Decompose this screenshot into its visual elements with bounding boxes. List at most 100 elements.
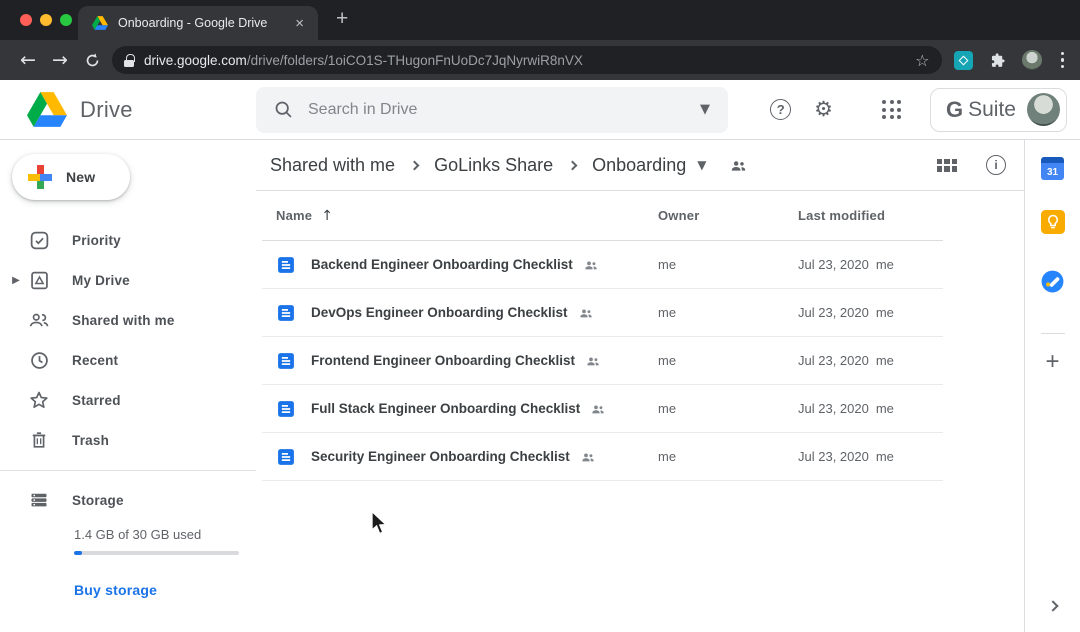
golinks-extension-icon[interactable] [954,51,973,70]
sidebar-item-starred[interactable]: Starred [0,380,256,420]
file-modified-date: Jul 23, 2020 [798,401,869,416]
file-name: DevOps Engineer Onboarding Checklist [311,305,568,320]
my-drive-icon [28,269,50,291]
extensions-puzzle-icon[interactable] [988,51,1007,70]
new-button-label: New [66,169,95,185]
google-doc-icon [276,399,296,419]
breadcrumb-golinks-share[interactable]: GoLinks Share [434,155,553,176]
tab-close-icon[interactable]: × [291,14,308,33]
folder-shared-people-icon [729,156,748,175]
sort-ascending-arrow-icon[interactable]: ↑ [321,208,333,224]
column-header-name[interactable]: Name [276,208,312,223]
account-avatar[interactable] [1027,93,1060,126]
file-owner: me [658,305,798,320]
chevron-right-icon [568,160,578,170]
sidebar-item-my-drive[interactable]: ▶ My Drive [0,260,256,300]
back-icon[interactable]: ← [12,51,44,70]
drive-logo-icon [27,92,67,127]
file-modified-by: me [876,305,894,320]
storage-progress-bar [74,551,239,555]
search-input[interactable] [308,101,700,119]
forward-icon[interactable]: → [44,51,76,70]
url-host: drive.google.com [144,53,247,68]
collapse-panel-chevron-icon[interactable] [1047,600,1058,611]
shared-people-icon [590,401,606,417]
shared-people-icon [583,257,599,273]
sidebar-item-label: Shared with me [72,313,175,328]
storage-usage-text: 1.4 GB of 30 GB used [74,527,256,542]
buy-storage-link[interactable]: Buy storage [74,582,256,598]
drive-header: Drive ▼ ? ⚙ G Suite [0,80,1080,140]
address-bar[interactable]: drive.google.com /drive/folders/1oiCO1S-… [112,46,942,74]
google-side-panel: 31 + [1024,140,1080,632]
file-owner: me [658,257,798,272]
browser-menu-icon[interactable] [1057,52,1069,69]
lock-icon[interactable] [124,54,134,67]
file-modified-date: Jul 23, 2020 [798,353,869,368]
google-apps-grid-icon[interactable] [882,100,901,119]
help-icon[interactable]: ? [770,99,791,120]
account-badge[interactable]: G Suite [930,88,1067,132]
reload-icon[interactable] [76,51,108,70]
browser-tab[interactable]: Onboarding - Google Drive × [78,6,318,40]
tab-bar: Onboarding - Google Drive × + [0,0,1080,40]
breadcrumb-current-folder[interactable]: Onboarding [592,155,686,176]
trash-icon [28,429,50,451]
sidebar-item-trash[interactable]: Trash [0,420,256,460]
file-row[interactable]: Full Stack Engineer Onboarding Checklist… [262,385,943,433]
breadcrumb: Shared with me GoLinks Share Onboarding … [256,140,1024,191]
file-row[interactable]: DevOps Engineer Onboarding Checklist me … [262,289,943,337]
file-row[interactable]: Security Engineer Onboarding Checklist m… [262,433,943,481]
sidebar-item-shared-with-me[interactable]: Shared with me [0,300,256,340]
add-panel-app-icon[interactable]: + [1045,350,1059,374]
tasks-icon[interactable] [1040,269,1065,299]
file-owner: me [658,449,798,464]
shared-people-icon [585,353,601,369]
google-doc-icon [276,303,296,323]
shared-people-icon [580,449,596,465]
file-modified-date: Jul 23, 2020 [798,305,869,320]
folder-menu-caret-icon[interactable]: ▼ [697,158,706,172]
keep-icon[interactable] [1041,210,1065,239]
browser-profile-avatar[interactable] [1022,50,1042,70]
settings-gear-icon[interactable]: ⚙ [814,99,833,120]
minimize-window-button[interactable] [40,14,52,26]
column-header-owner[interactable]: Owner [658,208,798,223]
google-doc-icon [276,351,296,371]
file-name: Backend Engineer Onboarding Checklist [311,257,573,272]
search-icon[interactable] [273,99,294,120]
priority-icon [28,229,50,251]
expand-arrow-icon[interactable]: ▶ [8,275,24,286]
file-row[interactable]: Backend Engineer Onboarding Checklist me… [262,241,943,289]
gsuite-g-label: G [946,97,963,123]
zoom-window-button[interactable] [60,14,72,26]
file-name: Security Engineer Onboarding Checklist [311,449,570,464]
file-row[interactable]: Frontend Engineer Onboarding Checklist m… [262,337,943,385]
search-options-caret-icon[interactable]: ▼ [700,102,710,117]
file-modified-by: me [876,401,894,416]
new-button[interactable]: New [12,154,130,200]
drive-sidebar: New Priority ▶ My Drive [0,140,256,632]
file-name: Full Stack Engineer Onboarding Checklist [311,401,580,416]
breadcrumb-shared-with-me[interactable]: Shared with me [270,155,395,176]
close-window-button[interactable] [20,14,32,26]
sidebar-item-storage[interactable]: Storage [0,488,256,512]
app-title: Drive [80,97,133,123]
gsuite-label: Suite [968,98,1016,122]
bookmark-star-icon[interactable]: ☆ [915,51,929,70]
search-bar[interactable]: ▼ [256,87,728,133]
file-owner: me [658,401,798,416]
column-header-last-modified[interactable]: Last modified [798,208,943,223]
sidebar-item-recent[interactable]: Recent [0,340,256,380]
calendar-icon[interactable]: 31 [1041,157,1064,180]
grid-view-icon[interactable] [937,159,958,172]
side-panel-divider [1041,333,1065,334]
details-info-icon[interactable]: i [986,155,1006,175]
sidebar-nav: Priority ▶ My Drive Shared with me [0,220,256,460]
shared-with-me-icon [28,309,50,331]
storage-section: Storage 1.4 GB of 30 GB used Buy storage [0,471,256,598]
new-tab-button[interactable]: + [330,8,354,29]
sidebar-item-label: Priority [72,233,121,248]
drive-logo[interactable]: Drive [0,92,256,127]
sidebar-item-priority[interactable]: Priority [0,220,256,260]
